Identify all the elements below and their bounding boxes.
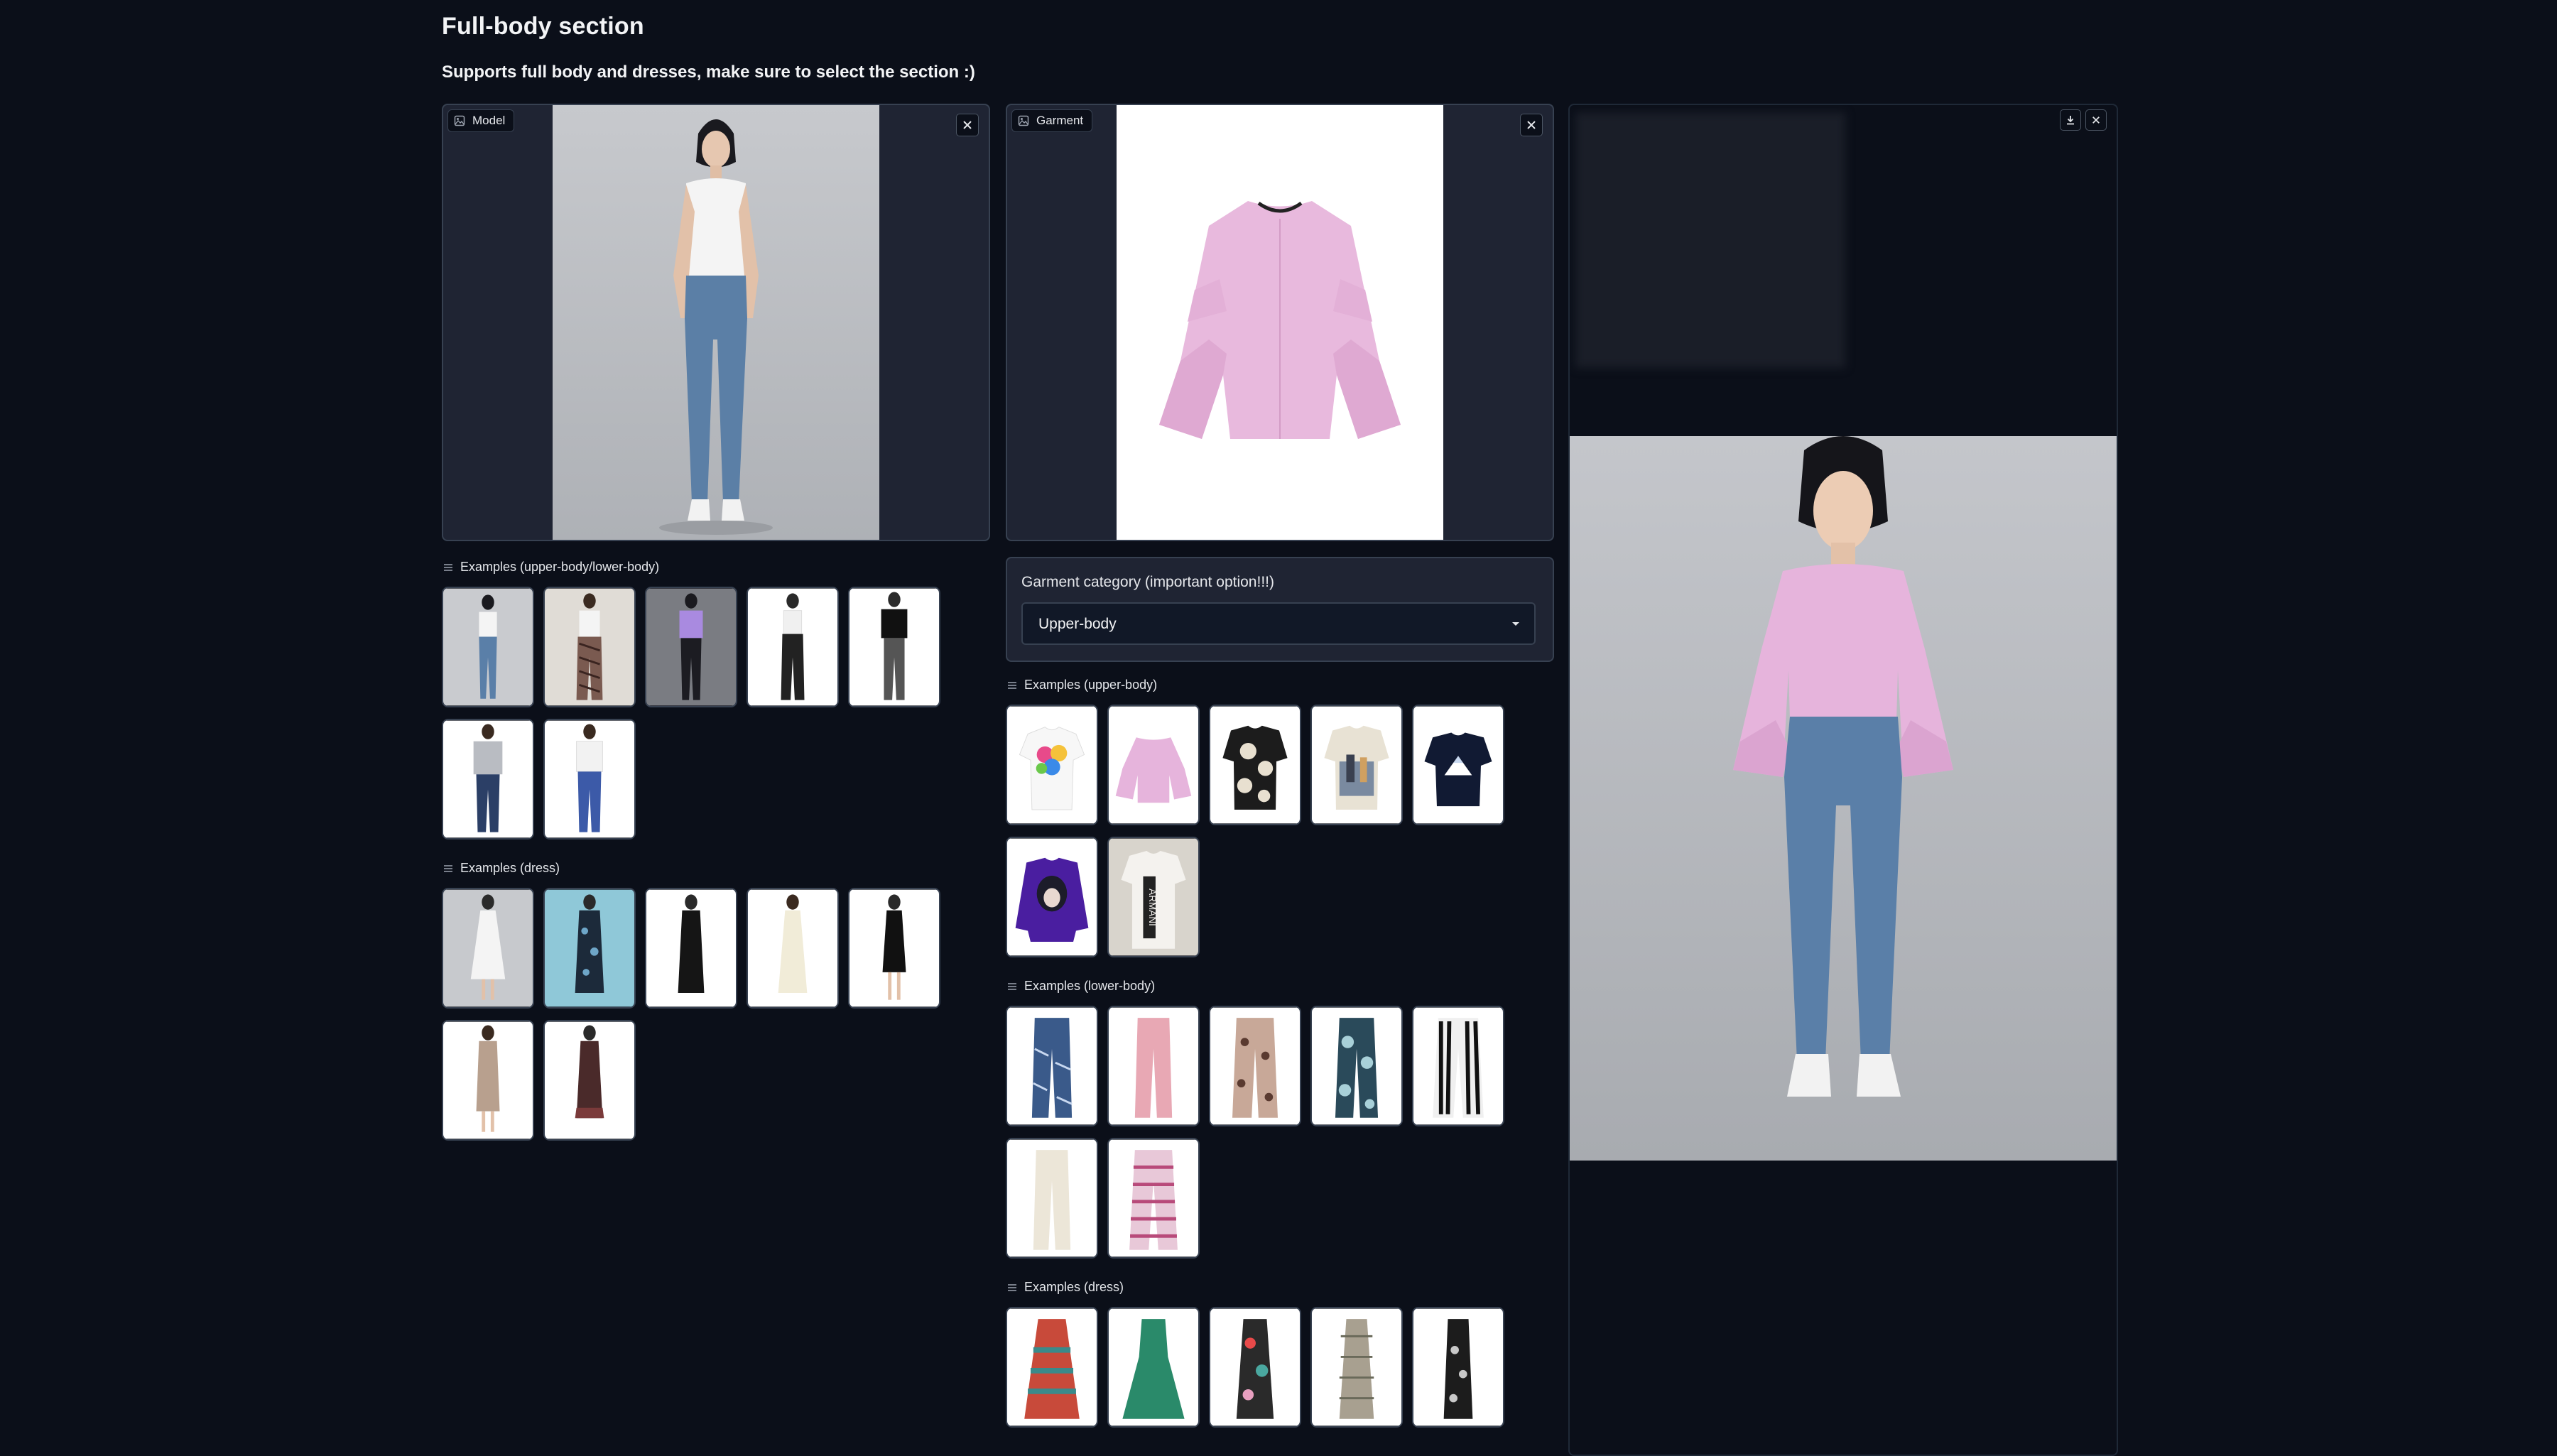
model-examples-upper-lower-label: Examples (upper-body/lower-body) — [443, 560, 659, 575]
section-label-text: Examples (upper-body/lower-body) — [460, 560, 660, 574]
image-icon — [1018, 115, 1029, 126]
result-image-panel — [1568, 104, 2118, 1456]
model-image — [553, 105, 879, 540]
example-thumb[interactable] — [1006, 837, 1098, 957]
example-thumb[interactable] — [442, 719, 534, 840]
model-examples-dress-label: Examples (dress) — [443, 861, 560, 876]
download-icon — [2067, 116, 2074, 125]
example-thumb[interactable] — [1209, 1307, 1301, 1428]
garment-category-block: Garment category (important option!!!) U… — [1006, 557, 1554, 662]
list-icon — [444, 864, 452, 872]
model-image-panel[interactable]: Model — [442, 104, 990, 541]
example-thumb[interactable] — [1107, 1138, 1200, 1259]
example-thumb[interactable] — [1006, 1138, 1098, 1259]
section-label-text: Examples (dress) — [460, 861, 560, 875]
example-thumb[interactable] — [1107, 1006, 1200, 1126]
example-thumb[interactable]: ARMANI — [1107, 837, 1200, 957]
example-thumb[interactable] — [747, 888, 839, 1009]
garment-examples-dress-label: Examples (dress) — [1007, 1280, 1124, 1295]
clear-result-button[interactable] — [2085, 109, 2107, 131]
example-thumb[interactable] — [1006, 1006, 1098, 1126]
download-button[interactable] — [2060, 109, 2081, 131]
example-thumb[interactable] — [1412, 1006, 1504, 1126]
example-thumb[interactable] — [1310, 1006, 1403, 1126]
garment-examples-upper-label: Examples (upper-body) — [1007, 678, 1157, 692]
example-thumb[interactable] — [1107, 705, 1200, 825]
example-thumb[interactable] — [1209, 1006, 1301, 1126]
close-icon — [963, 121, 972, 129]
section-label-text: Examples (upper-body) — [1024, 678, 1158, 692]
example-thumb[interactable] — [1310, 1307, 1403, 1428]
example-thumb[interactable] — [848, 888, 940, 1009]
example-thumb[interactable] — [543, 719, 636, 840]
example-thumb[interactable] — [848, 587, 940, 707]
garment-image-panel[interactable]: Garment — [1006, 104, 1554, 541]
example-thumb[interactable] — [1006, 705, 1098, 825]
page-title: Full-body section — [442, 13, 644, 40]
example-thumb[interactable] — [543, 888, 636, 1009]
example-thumb[interactable] — [442, 1020, 534, 1141]
close-icon — [1527, 121, 1536, 129]
example-thumb[interactable] — [645, 587, 737, 707]
clear-model-button[interactable] — [956, 114, 979, 136]
model-label-text: Model — [472, 114, 506, 127]
clear-garment-button[interactable] — [1520, 114, 1543, 136]
page-subtitle: Supports full body and dresses, make sur… — [442, 63, 975, 82]
chevron-down-icon — [1512, 622, 1519, 626]
garment-category-value: Upper-body — [1038, 616, 1117, 632]
result-preview-blurred — [1575, 112, 1845, 368]
garment-category-label: Garment category (important option!!!) — [1021, 574, 1274, 590]
example-thumb[interactable] — [1412, 705, 1504, 825]
image-icon — [454, 115, 465, 126]
section-label-text: Examples (lower-body) — [1024, 979, 1156, 993]
example-thumb[interactable] — [645, 888, 737, 1009]
example-thumb[interactable] — [1412, 1307, 1504, 1428]
example-thumb[interactable] — [543, 587, 636, 707]
example-thumb[interactable] — [442, 587, 534, 707]
example-thumb[interactable] — [442, 888, 534, 1009]
list-icon — [1008, 1283, 1016, 1291]
example-thumb[interactable] — [1310, 705, 1403, 825]
example-thumb[interactable] — [543, 1020, 636, 1141]
close-icon — [2092, 116, 2100, 124]
result-image — [1570, 436, 2117, 1161]
garment-label-text: Garment — [1036, 114, 1084, 127]
svg-text:ARMANI: ARMANI — [1147, 889, 1158, 926]
garment-examples-lower-label: Examples (lower-body) — [1007, 979, 1155, 994]
list-icon — [1008, 681, 1016, 689]
section-label-text: Examples (dress) — [1024, 1280, 1124, 1294]
example-thumb[interactable] — [1209, 705, 1301, 825]
garment-category-dropdown[interactable]: Upper-body — [1021, 602, 1536, 645]
garment-panel-label: Garment — [1011, 109, 1093, 132]
example-thumb[interactable] — [1006, 1307, 1098, 1428]
garment-image — [1117, 105, 1443, 540]
list-icon — [444, 563, 452, 571]
example-thumb[interactable] — [1107, 1307, 1200, 1428]
list-icon — [1008, 982, 1016, 990]
model-panel-label: Model — [447, 109, 515, 132]
example-thumb[interactable] — [747, 587, 839, 707]
